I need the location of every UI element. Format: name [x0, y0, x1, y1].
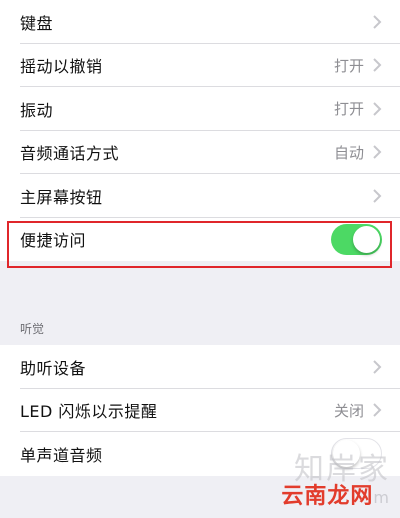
row-home-button[interactable]: 主屏幕按钮 — [0, 174, 400, 218]
row-call-audio-routing[interactable]: 音频通话方式 自动 — [0, 131, 400, 175]
chevron-right-icon — [373, 360, 382, 374]
watermark-top: 知岸家 — [294, 452, 390, 487]
row-vibration[interactable]: 振动 打开 — [0, 87, 400, 131]
section-header-hearing: 听觉 — [20, 322, 45, 336]
row-value: 打开 — [333, 100, 364, 119]
toggle-knob — [353, 225, 380, 253]
row-value: 打开 — [333, 56, 364, 75]
watermark-bottom: 云南龙网m — [281, 485, 390, 510]
row-keyboard[interactable]: 键盘 — [0, 0, 400, 44]
watermark-sub: m — [373, 488, 390, 507]
row-label: 音频通话方式 — [20, 144, 120, 164]
row-shake-to-undo[interactable]: 摇动以撤销 打开 — [0, 44, 400, 88]
row-value: 自动 — [333, 143, 364, 162]
row-hearing-devices[interactable]: 助听设备 — [0, 345, 400, 389]
chevron-right-icon — [373, 102, 382, 116]
chevron-right-icon — [373, 145, 382, 159]
chevron-right-icon — [373, 58, 382, 72]
chevron-right-icon — [373, 189, 382, 203]
row-label: 助听设备 — [20, 358, 87, 378]
watermark: 知岸家 云南龙网m — [281, 455, 390, 510]
row-label: 振动 — [20, 100, 54, 120]
reachability-toggle[interactable] — [331, 223, 382, 255]
row-label: 便捷访问 — [20, 231, 87, 251]
watermark-text: 云南龙网 — [281, 484, 374, 509]
row-led-flash-alerts[interactable]: LED 闪烁以示提醒 关闭 — [0, 389, 400, 433]
row-label: LED 闪烁以示提醒 — [20, 402, 158, 422]
row-reachability: 便捷访问 — [0, 218, 400, 262]
row-label: 主屏幕按钮 — [20, 187, 103, 207]
row-value: 关闭 — [333, 401, 364, 420]
chevron-right-icon — [373, 403, 382, 417]
row-label: 键盘 — [20, 13, 54, 33]
settings-group-interaction: 键盘 摇动以撤销 打开 振动 打开 音频通话方式 自动 主屏幕按钮 便捷访问 — [0, 0, 400, 261]
row-label: 摇动以撤销 — [20, 57, 103, 77]
chevron-right-icon — [373, 15, 382, 29]
